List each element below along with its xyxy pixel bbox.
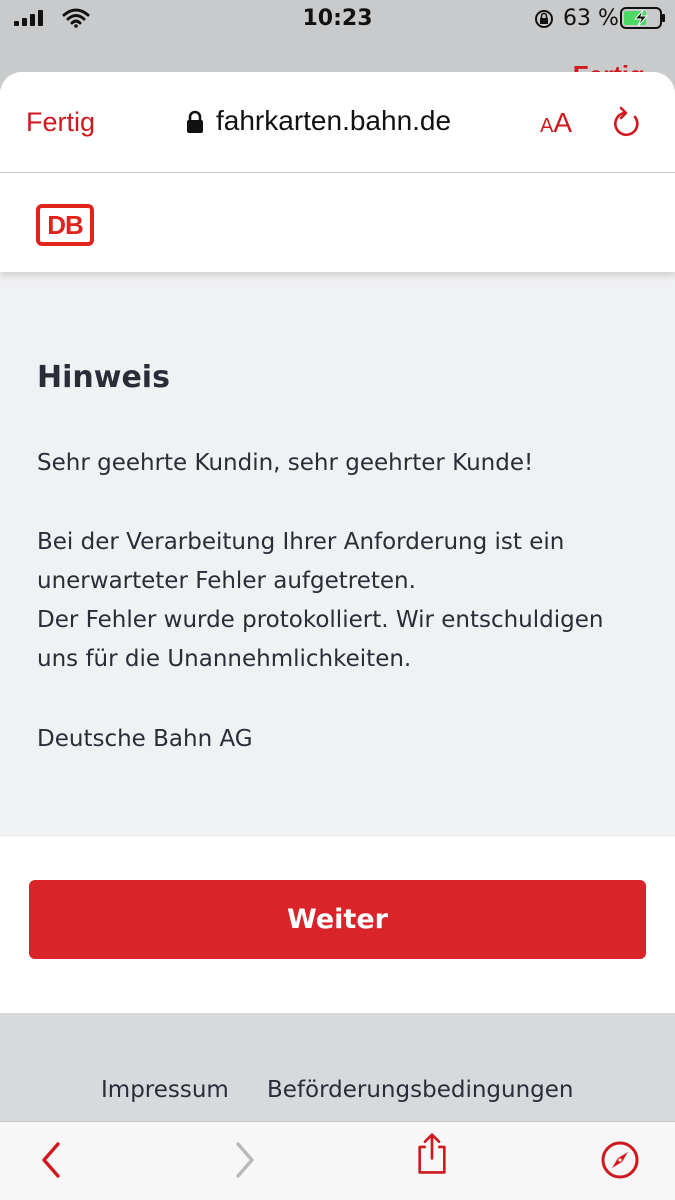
text-size-large-label: A <box>553 107 573 138</box>
share-icon[interactable] <box>412 1132 452 1176</box>
continue-button[interactable]: Weiter <box>29 880 646 959</box>
text-size-small-label: A <box>540 115 554 137</box>
db-logo[interactable]: DB <box>36 204 94 246</box>
site-footer: Impressum Beförderungsbedingungen <box>0 1013 675 1121</box>
back-icon[interactable] <box>32 1138 72 1182</box>
action-area: Weiter <box>0 837 675 1013</box>
signature-text: Deutsche Bahn AG <box>37 726 253 752</box>
done-button[interactable]: Fertig <box>26 107 95 138</box>
conditions-link[interactable]: Beförderungsbedingungen <box>267 1077 574 1103</box>
status-bar: 10:23 63 % <box>0 0 675 40</box>
impressum-link[interactable]: Impressum <box>101 1077 229 1103</box>
forward-icon[interactable] <box>224 1138 264 1182</box>
site-header: DB <box>0 174 675 272</box>
lock-icon <box>187 110 203 133</box>
message-line: uns für die Unannehmlichkeiten. <box>37 646 412 672</box>
message-line: unerwarteter Fehler aufgetreten. <box>37 568 416 594</box>
page-title: Hinweis <box>37 360 170 395</box>
greeting-text: Sehr geehrte Kundin, sehr geehrter Kunde… <box>37 450 534 476</box>
message-line: Der Fehler wurde protokolliert. Wir ents… <box>37 607 604 633</box>
battery-percent: 63 % <box>563 6 619 31</box>
battery-icon <box>620 7 665 29</box>
browser-sheet: Fertig fahrkarten.bahn.de AA DB Hinweis … <box>0 72 675 1200</box>
notice-content: Hinweis Sehr geehrte Kundin, sehr geehrt… <box>0 272 675 837</box>
error-message: Bei der Verarbeitung Ihrer Anforderung i… <box>37 523 603 679</box>
compass-icon[interactable] <box>600 1138 640 1182</box>
text-size-button[interactable]: AA <box>540 107 572 139</box>
message-line: Bei der Verarbeitung Ihrer Anforderung i… <box>37 529 565 555</box>
rotation-lock-icon <box>535 10 553 28</box>
browser-toolbar <box>0 1121 675 1200</box>
url-domain[interactable]: fahrkarten.bahn.de <box>216 105 451 137</box>
url-bar: Fertig fahrkarten.bahn.de AA <box>0 72 675 173</box>
reload-icon[interactable] <box>610 105 642 139</box>
